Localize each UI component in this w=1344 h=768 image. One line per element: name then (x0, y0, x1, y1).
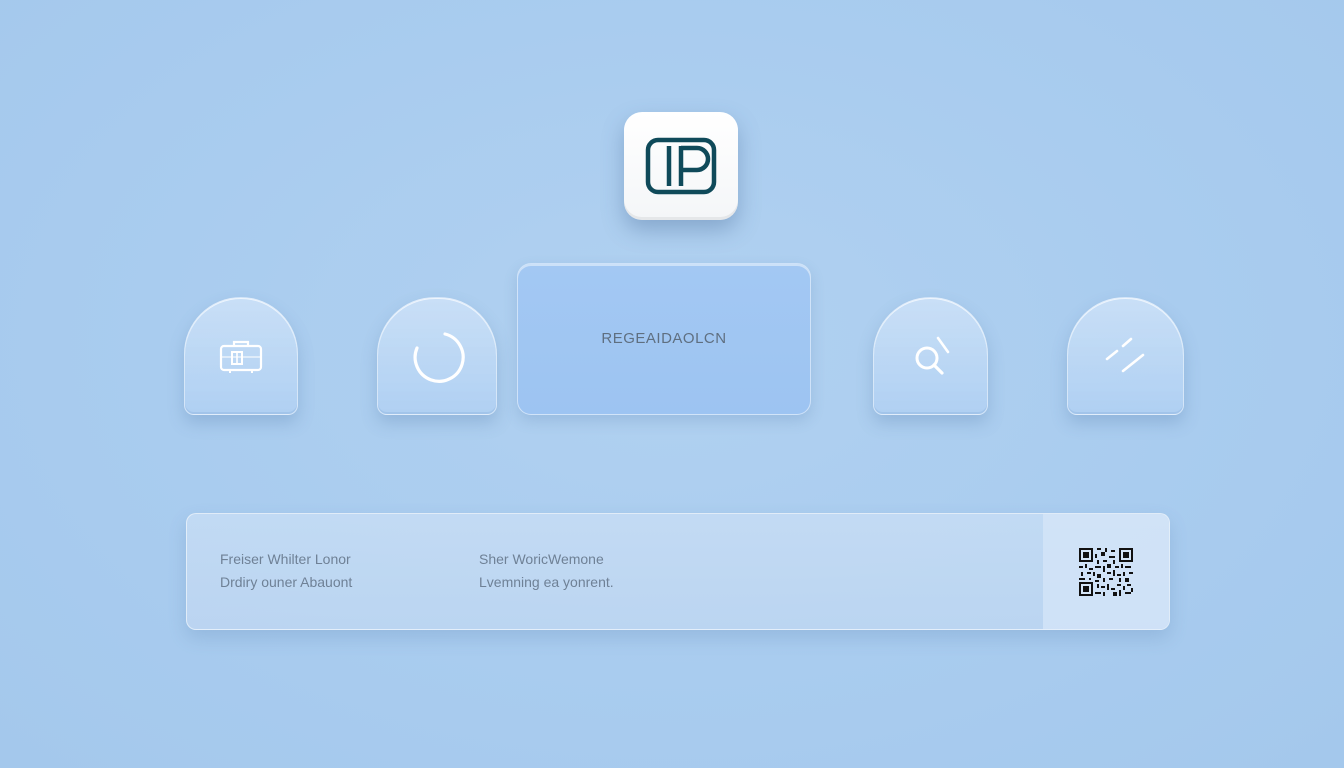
slash-dash-icon (1105, 337, 1144, 373)
info-column-left: Freiser Whilter Lonor Drdiry ouner Abauo… (220, 548, 352, 594)
info-card: Freiser Whilter Lonor Drdiry ouner Abauo… (186, 513, 1170, 630)
qr-code-icon (1079, 547, 1133, 596)
info-line: Freiser Whilter Lonor (220, 551, 351, 567)
search-tool-button[interactable] (873, 297, 988, 415)
op-logo-icon (645, 137, 717, 195)
info-line: Lvemning ea yonrent. (479, 574, 614, 590)
app-logo[interactable] (624, 112, 738, 220)
briefcase-icon (219, 340, 263, 373)
info-column-right: Sher WoricWemone Lvemning ea yonrent. (479, 548, 614, 594)
loading-ring-icon (413, 332, 465, 383)
edit-tool-button[interactable] (1067, 297, 1184, 415)
primary-action-panel[interactable]: REGEAIDAOLCN (517, 263, 811, 415)
primary-action-label: REGEAIDAOLCN (601, 329, 727, 347)
loading-tool-button[interactable] (377, 297, 497, 415)
info-line: Sher WoricWemone (479, 551, 604, 567)
info-line: Drdiry ouner Abauont (220, 574, 353, 590)
briefcase-tool-button[interactable] (184, 297, 298, 415)
qr-code-panel[interactable] (1043, 514, 1169, 629)
search-icon (915, 336, 949, 375)
